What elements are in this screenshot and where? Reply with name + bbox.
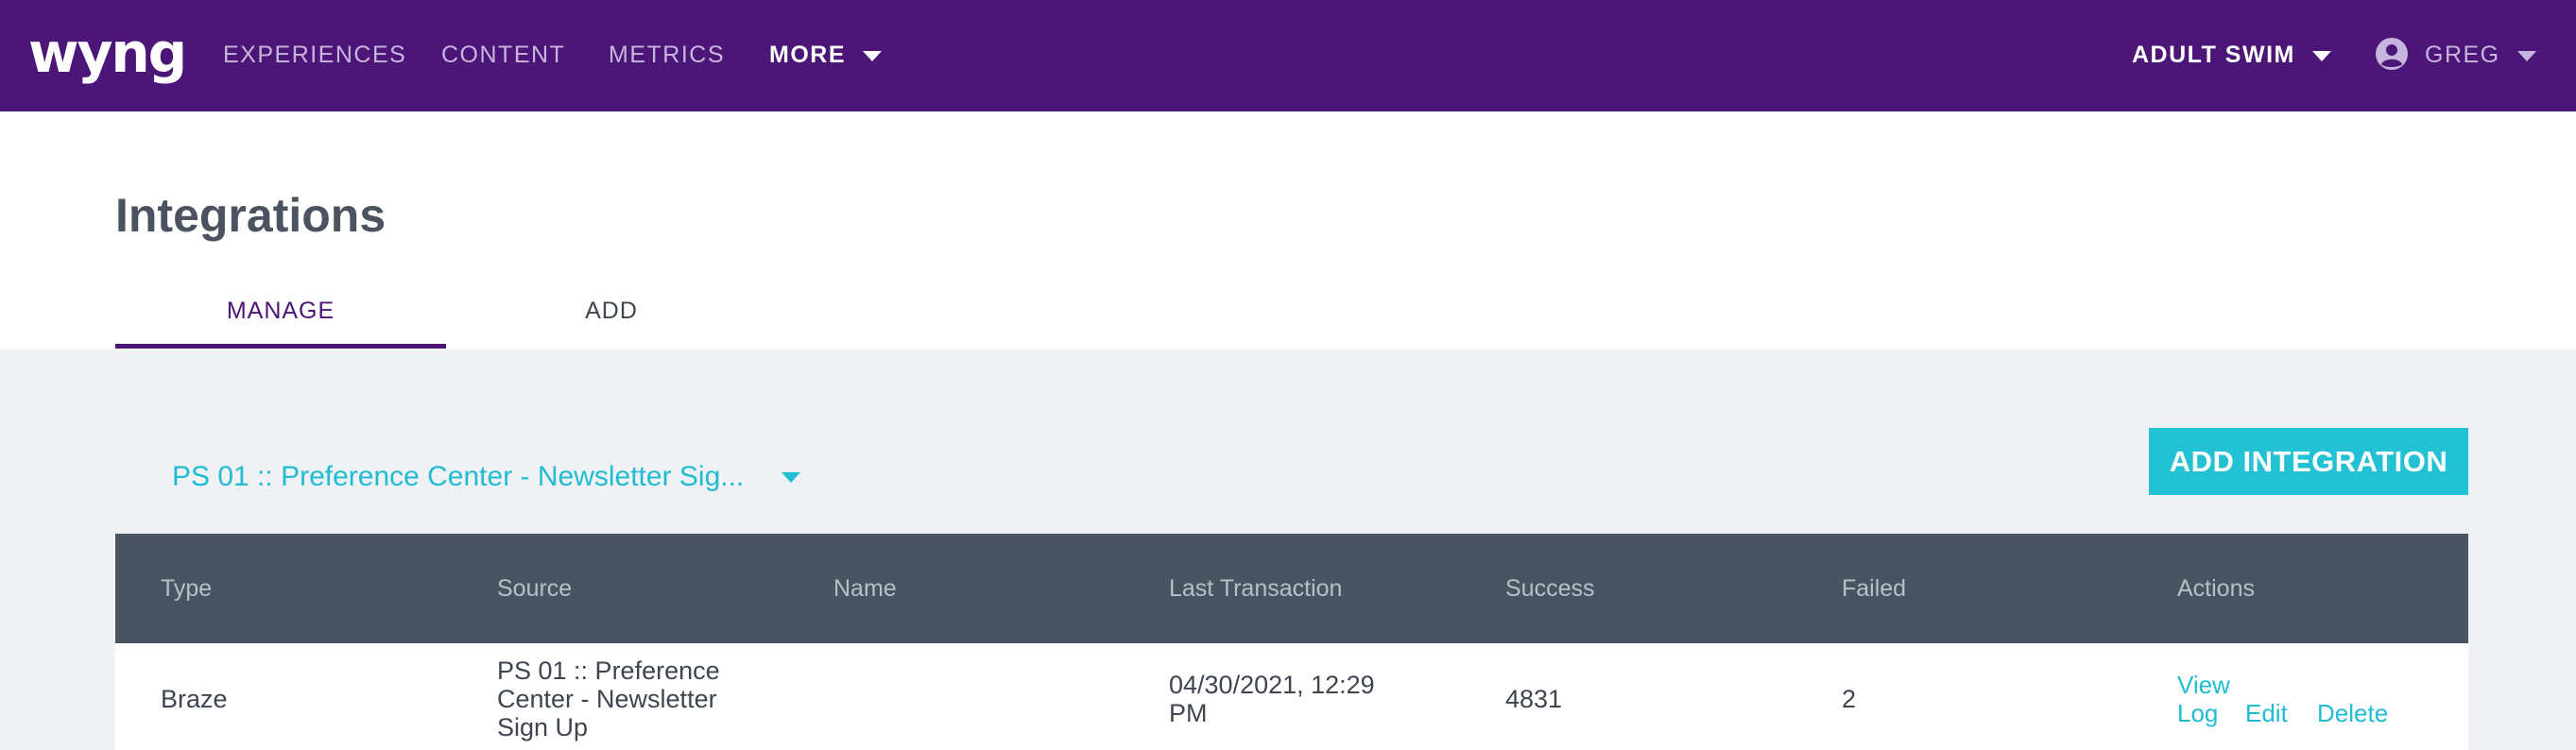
column-header-last-transaction: Last Transaction: [1169, 575, 1343, 602]
nav-more[interactable]: MORE: [769, 38, 882, 72]
nav-content[interactable]: CONTENT: [441, 38, 565, 72]
experience-select-value: PS 01 :: Preference Center - Newsletter …: [172, 461, 745, 492]
experience-select[interactable]: PS 01 :: Preference Center - Newsletter …: [172, 453, 801, 501]
nav-experiences[interactable]: EXPERIENCES: [223, 38, 406, 72]
chevron-down-icon: [781, 471, 801, 483]
cell-success: 4831: [1505, 685, 1563, 713]
page-title: Integrations: [115, 189, 386, 242]
cell-type: Braze: [161, 685, 228, 713]
cell-last-transaction-line: PM: [1169, 699, 1208, 727]
cell-last-transaction-line: 04/30/2021, 12:29: [1169, 671, 1375, 699]
column-header-failed: Failed: [1842, 575, 1907, 602]
cell-source-line: Sign Up: [497, 713, 589, 741]
view-log-link[interactable]: View Log: [2177, 671, 2230, 727]
chevron-down-icon: [2516, 50, 2536, 61]
tab-manage[interactable]: MANAGE: [115, 292, 446, 349]
edit-link[interactable]: Edit: [2245, 699, 2288, 727]
cell-source-line: Center - Newsletter: [497, 685, 717, 713]
user-avatar-icon[interactable]: [2375, 37, 2409, 71]
table-row: Braze PS 01 :: Preference Center - Newsl…: [115, 643, 2468, 750]
cell-source-line: PS 01 :: Preference: [497, 656, 720, 685]
top-nav: wyng EXPERIENCES CONTENT METRICS MORE AD…: [0, 0, 2576, 111]
chevron-down-icon: [863, 50, 882, 61]
cell-failed: 2: [1842, 685, 1857, 713]
column-header-name: Name: [833, 575, 897, 602]
column-header-source: Source: [497, 575, 573, 602]
add-integration-button[interactable]: ADD INTEGRATION: [2149, 428, 2468, 495]
cell-source: PS 01 :: Preference Center - Newsletter …: [497, 656, 720, 741]
tab-add[interactable]: ADD: [446, 292, 777, 349]
integrations-table: Type Source Name Last Transaction Succes…: [115, 534, 2468, 750]
view-log-line: View: [2177, 671, 2230, 699]
nav-metrics[interactable]: METRICS: [609, 38, 725, 72]
column-header-actions: Actions: [2177, 575, 2255, 602]
delete-link[interactable]: Delete: [2317, 699, 2388, 727]
page-header: Integrations MANAGE ADD: [0, 111, 2576, 349]
wyng-logo[interactable]: wyng: [28, 25, 187, 81]
column-header-type: Type: [161, 575, 213, 602]
column-header-success: Success: [1505, 575, 1595, 602]
nav-more-label: MORE: [769, 42, 846, 68]
account-switcher[interactable]: ADULT SWIM: [2132, 38, 2331, 72]
user-name: GREG: [2425, 42, 2500, 68]
chevron-down-icon: [2311, 50, 2331, 61]
view-log-line: Log: [2177, 699, 2219, 727]
table-header: Type Source Name Last Transaction Succes…: [115, 534, 2468, 643]
account-name: ADULT SWIM: [2132, 42, 2295, 68]
user-menu[interactable]: GREG: [2425, 38, 2536, 72]
cell-last-transaction: 04/30/2021, 12:29 PM: [1169, 671, 1375, 727]
